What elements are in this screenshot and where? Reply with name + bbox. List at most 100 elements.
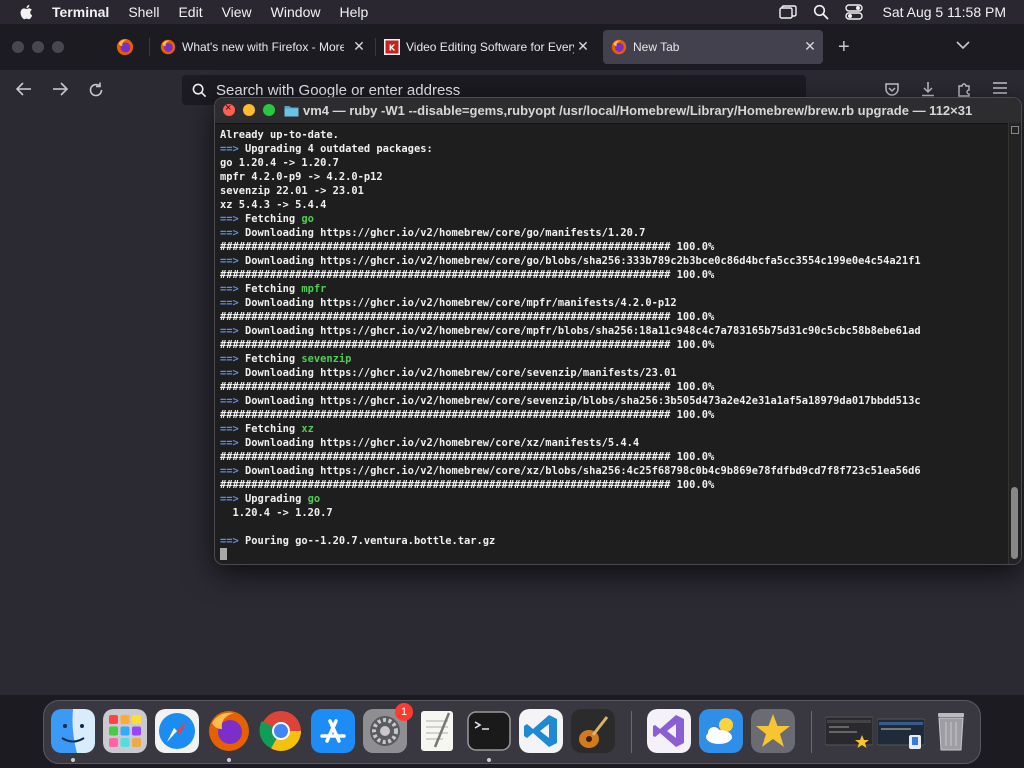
scrollbar-button[interactable] (1011, 126, 1019, 134)
visual-studio-icon[interactable] (647, 709, 691, 753)
minimized-window-thumbnail[interactable] (877, 709, 925, 753)
terminal-icon[interactable] (467, 709, 511, 753)
prompt-arrow: ==> (220, 255, 239, 267)
terminal-line-text: Pouring go--1.20.7.ventura.bottle.tar.gz (238, 535, 496, 547)
terminal-line-text: xz 5.4.3 -> 5.4.4 (220, 199, 327, 211)
terminal-line-text: sevenzip 22.01 -> 23.01 (220, 185, 364, 197)
hamburger-menu-icon[interactable] (992, 81, 1008, 95)
tab-whats-new-firefox[interactable]: What's new with Firefox - More ✕ (160, 30, 372, 64)
back-arrow-icon[interactable] (16, 82, 32, 96)
terminal-line: ==> Downloading https://ghcr.io/v2/homeb… (220, 254, 1006, 268)
dock-separator (631, 711, 632, 753)
terminal-line-text: ########################################… (220, 381, 715, 393)
terminal-line: ==> Pouring go--1.20.7.ventura.bottle.ta… (220, 534, 1006, 548)
weather-icon[interactable] (699, 709, 743, 753)
imovie-star-icon[interactable] (751, 709, 795, 753)
window-minimize-button[interactable] (32, 41, 44, 53)
launchpad-icon[interactable] (103, 709, 147, 753)
terminal-line: xz 5.4.3 -> 5.4.4 (220, 198, 1006, 212)
safari-icon[interactable] (155, 709, 199, 753)
close-icon[interactable]: ✕ (352, 39, 366, 53)
menu-window[interactable]: Window (271, 4, 321, 20)
package-name: sevenzip (301, 353, 352, 365)
reload-icon[interactable] (88, 82, 104, 98)
terminal-line: ########################################… (220, 268, 1006, 282)
new-tab-plus-icon[interactable]: + (838, 37, 850, 57)
firefox-icon (611, 39, 627, 55)
terminal-line: ########################################… (220, 450, 1006, 464)
downloads-icon[interactable] (920, 81, 936, 97)
close-icon[interactable]: ✕ (803, 39, 817, 53)
terminal-line-text: Downloading https://ghcr.io/v2/homebrew/… (238, 367, 677, 379)
dock: 1 (43, 700, 981, 764)
terminal-output[interactable]: Already up-to-date. ==> Upgrading 4 outda… (220, 128, 1006, 560)
terminal-line-text: Fetching (238, 213, 302, 225)
system-settings-icon[interactable]: 1 (363, 703, 413, 753)
menu-help[interactable]: Help (339, 4, 368, 20)
menu-shell[interactable]: Shell (128, 4, 159, 20)
prompt-arrow: ==> (220, 465, 239, 477)
menubar-clock[interactable]: Sat Aug 5 11:58 PM (883, 4, 1007, 20)
finder-icon[interactable] (51, 709, 95, 753)
site-favicon: K (384, 39, 400, 55)
app-store-icon[interactable] (311, 709, 355, 753)
scrollbar-thumb[interactable] (1011, 487, 1018, 559)
close-icon[interactable]: ✕ (576, 39, 590, 53)
terminal-title-bar[interactable]: × vm4 — ruby -W1 --disable=gems,rubyopt … (215, 98, 1021, 124)
terminal-line-text: Fetching (238, 423, 302, 435)
pinned-tab-firefox-icon[interactable] (116, 38, 134, 56)
textedit-icon[interactable] (415, 709, 459, 753)
terminal-line-text: ########################################… (220, 409, 715, 421)
terminal-line: ==> Downloading https://ghcr.io/v2/homeb… (220, 464, 1006, 478)
minimized-window-thumbnail[interactable] (825, 709, 873, 753)
firefox-icon (160, 39, 176, 55)
terminal-line: ########################################… (220, 338, 1006, 352)
terminal-zoom-button[interactable] (263, 104, 275, 116)
firefox-tab-bar: What's new with Firefox - More ✕ K Video… (0, 24, 1024, 70)
terminal-window: × vm4 — ruby -W1 --disable=gems,rubyopt … (214, 97, 1022, 565)
terminal-minimize-button[interactable] (243, 104, 255, 116)
firefox-icon[interactable] (207, 709, 251, 753)
tab-new-tab[interactable]: New Tab ✕ (603, 30, 823, 64)
extensions-icon[interactable] (956, 81, 972, 97)
control-center-icon[interactable] (844, 4, 863, 20)
vscode-icon[interactable] (519, 709, 563, 753)
menu-view[interactable]: View (222, 4, 252, 20)
trash-icon[interactable] (929, 709, 973, 753)
menu-app-terminal[interactable]: Terminal (52, 4, 109, 20)
terminal-line: ########################################… (220, 478, 1006, 492)
forward-arrow-icon[interactable] (52, 82, 68, 96)
terminal-line-text: Downloading https://ghcr.io/v2/homebrew/… (238, 227, 646, 239)
terminal-line: ==> Downloading https://ghcr.io/v2/homeb… (220, 436, 1006, 450)
terminal-line-text: 1.20.4 -> 1.20.7 (220, 507, 333, 519)
terminal-line: ==> Upgrading go (220, 492, 1006, 506)
spotlight-search-icon[interactable] (813, 4, 829, 20)
chrome-icon[interactable] (259, 709, 303, 753)
list-all-tabs-chevron-down-icon[interactable] (956, 40, 970, 50)
prompt-arrow: ==> (220, 395, 239, 407)
package-name: go (301, 213, 314, 225)
terminal-line-text: Downloading https://ghcr.io/v2/homebrew/… (238, 465, 921, 477)
window-close-button[interactable] (12, 41, 24, 53)
prompt-arrow: ==> (220, 535, 239, 547)
search-icon (192, 83, 207, 98)
terminal-scrollbar[interactable] (1008, 123, 1021, 564)
terminal-line: ==> Downloading https://ghcr.io/v2/homeb… (220, 226, 1006, 240)
garageband-icon[interactable] (571, 709, 615, 753)
terminal-close-button[interactable]: × (223, 102, 235, 116)
prompt-arrow: ==> (220, 143, 239, 155)
terminal-line: ==> Fetching go (220, 212, 1006, 226)
terminal-cursor (220, 548, 227, 560)
terminal-line-text: Downloading https://ghcr.io/v2/homebrew/… (238, 437, 640, 449)
apple-icon[interactable] (18, 3, 36, 21)
tab-video-editing[interactable]: K Video Editing Software for Every ✕ (384, 30, 596, 64)
window-zoom-button[interactable] (52, 41, 64, 53)
package-name: go (307, 493, 321, 505)
terminal-line-text: ########################################… (220, 451, 715, 463)
menu-edit[interactable]: Edit (178, 4, 202, 20)
pocket-icon[interactable] (884, 81, 900, 97)
screen-mirroring-icon[interactable] (778, 5, 797, 19)
terminal-line: ==> Fetching mpfr (220, 282, 1006, 296)
folder-icon (284, 106, 299, 117)
menubar: Terminal Shell Edit View Window Help Sat… (0, 0, 1024, 24)
